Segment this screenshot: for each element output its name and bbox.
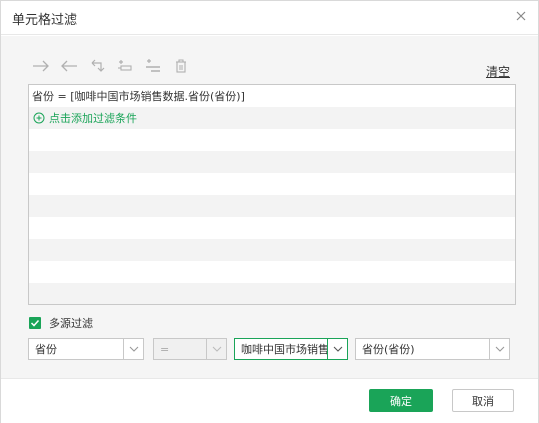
arrow-left-icon[interactable] <box>57 57 81 75</box>
operator-select[interactable]: = <box>153 338 227 360</box>
field-select[interactable]: 省份 <box>28 338 144 360</box>
operator-select-value: = <box>160 342 170 356</box>
filter-toolbar <box>29 57 197 75</box>
cancel-button[interactable]: 取消 <box>452 389 514 412</box>
chevron-down-icon <box>123 339 143 359</box>
insert-above-icon[interactable] <box>113 57 137 75</box>
field-select-value: 省份 <box>35 343 57 356</box>
filter-condition-list: 省份 = [咖啡中国市场销售数据.省份(省份)] 点击添加过滤条件 <box>28 84 516 305</box>
empty-row <box>29 217 515 239</box>
empty-row <box>29 129 515 151</box>
check-icon <box>29 317 41 329</box>
empty-row <box>29 239 515 261</box>
dialog-titlebar: 单元格过滤 <box>1 1 538 35</box>
insert-below-icon[interactable] <box>141 57 165 75</box>
multi-source-label: 多源过滤 <box>49 317 93 330</box>
dialog-title: 单元格过滤 <box>12 13 78 28</box>
delete-icon[interactable] <box>169 57 193 75</box>
target-field-select[interactable]: 省份(省份) <box>355 338 510 360</box>
multi-source-checkbox[interactable]: 多源过滤 <box>29 315 93 331</box>
add-filter-condition-label: 点击添加过滤条件 <box>49 112 137 125</box>
empty-row <box>29 173 515 195</box>
arrow-right-icon[interactable] <box>29 57 53 75</box>
empty-row <box>29 151 515 173</box>
close-icon[interactable] <box>514 9 528 23</box>
add-circle-icon <box>33 112 45 124</box>
empty-row <box>29 283 515 304</box>
empty-row <box>29 261 515 283</box>
chevron-down-icon <box>206 339 226 359</box>
empty-row <box>29 195 515 217</box>
data-source-select-value: 咖啡中国市场销售 <box>241 343 327 356</box>
chevron-down-icon <box>489 339 509 359</box>
clear-link[interactable]: 清空 <box>486 63 510 80</box>
swap-return-icon[interactable] <box>85 57 109 75</box>
add-filter-condition-button[interactable]: 点击添加过滤条件 <box>29 107 515 129</box>
cell-filter-dialog: 单元格过滤 清空 省份 = [咖啡中国市场销售数据.省份(省份)] 点击添加过滤… <box>0 0 539 423</box>
target-field-select-value: 省份(省份) <box>362 343 415 356</box>
ok-button[interactable]: 确定 <box>369 389 433 412</box>
data-source-select[interactable]: 咖啡中国市场销售 <box>234 338 348 360</box>
filter-condition-row[interactable]: 省份 = [咖啡中国市场销售数据.省份(省份)] <box>29 85 515 107</box>
chevron-down-icon <box>327 339 347 359</box>
filter-condition-text: 省份 = [咖啡中国市场销售数据.省份(省份)] <box>32 90 245 103</box>
